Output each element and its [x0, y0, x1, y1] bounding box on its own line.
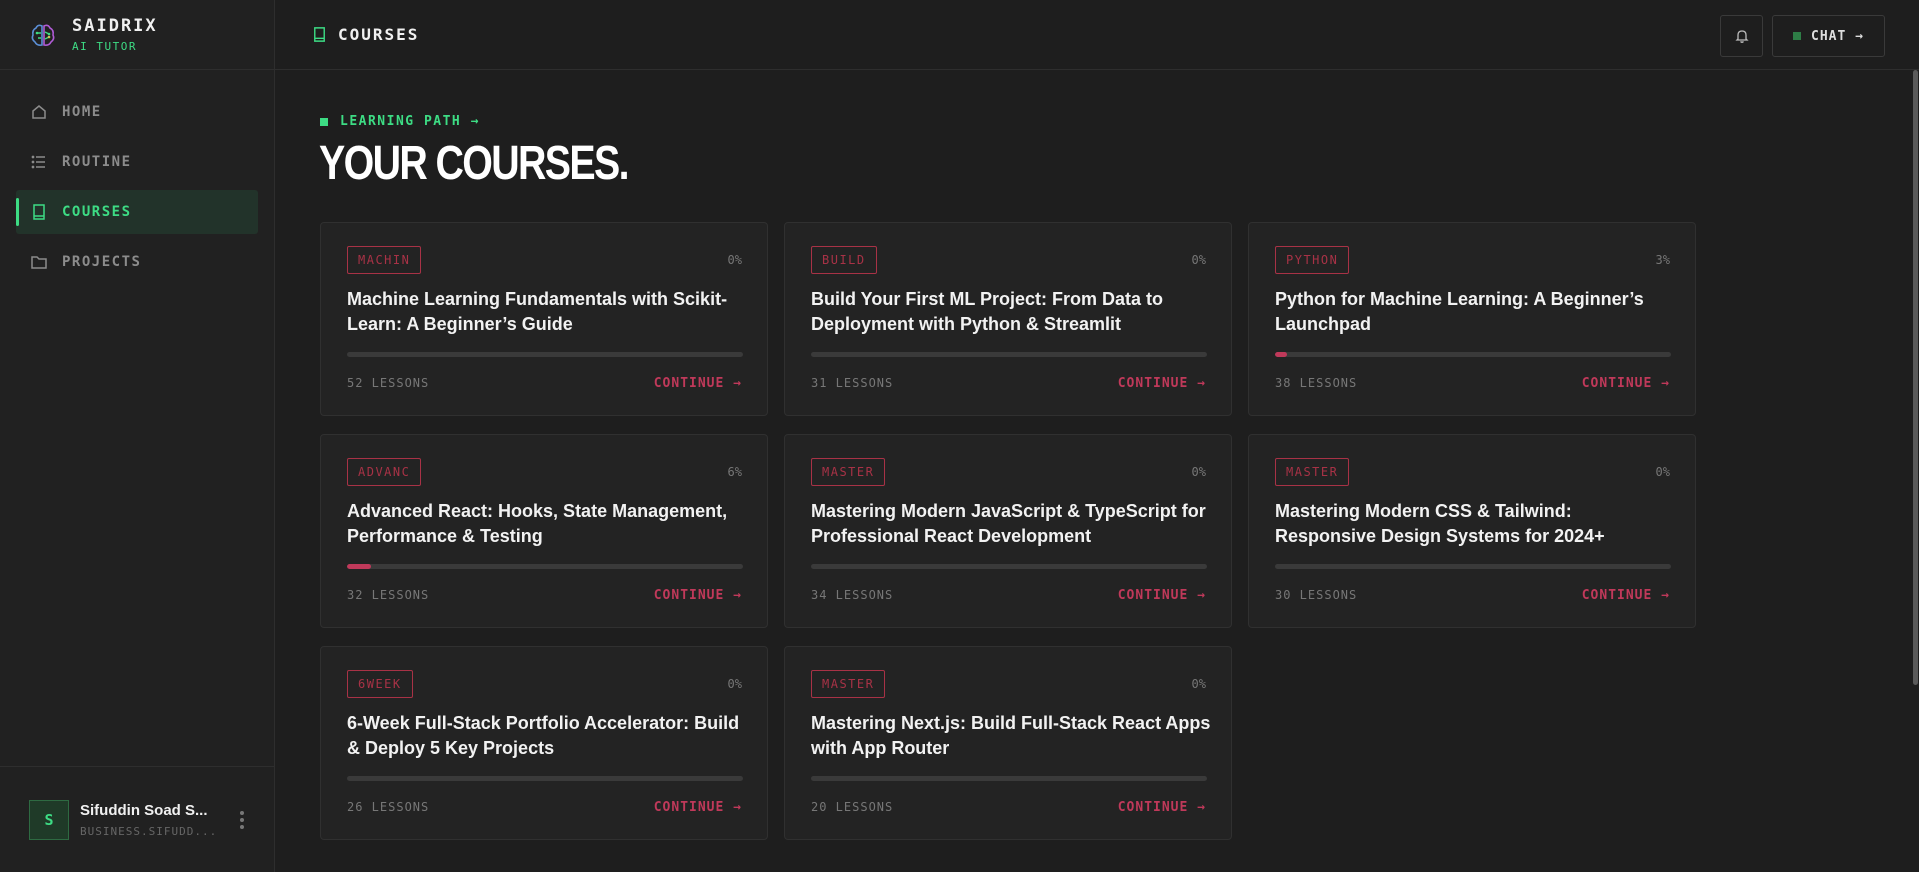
- course-tag: MASTER: [811, 458, 886, 486]
- brand-name: SAIDRIX: [72, 16, 158, 36]
- course-percent: 6%: [727, 465, 742, 479]
- chat-button-label: CHAT →: [1811, 28, 1864, 44]
- course-progress-bar: [347, 776, 743, 781]
- course-progress-bar: [1275, 564, 1671, 569]
- page-title: YOUR COURSES.: [319, 137, 630, 190]
- course-progress-bar: [347, 352, 743, 357]
- continue-button[interactable]: CONTINUE →: [1118, 376, 1206, 391]
- user-email: BUSINESS.SIFUDD...: [80, 824, 218, 838]
- user-name: Sifuddin Soad S...: [80, 801, 208, 819]
- course-card[interactable]: MACHIN 0% Machine Learning Fundamentals wi…: [320, 222, 768, 416]
- course-progress-bar: [347, 564, 743, 569]
- brand-subtitle: AI TUTOR: [72, 40, 137, 53]
- course-tag: BUILD: [811, 246, 877, 274]
- course-title: Machine Learning Fundamentals with Sciki…: [347, 289, 728, 334]
- course-title: Advanced React: Hooks, State Management,…: [347, 501, 728, 546]
- course-card[interactable]: MASTER 0% Mastering Modern JavaScript & Ty…: [784, 434, 1232, 628]
- course-title: Mastering Modern JavaScript & TypeScript…: [811, 501, 1206, 546]
- course-lessons: 38 LESSONS: [1275, 376, 1358, 390]
- course-progress-bar: [1275, 352, 1671, 357]
- folder-icon: [31, 256, 47, 269]
- course-lessons: 30 LESSONS: [1275, 588, 1358, 602]
- section-eyebrow: LEARNING PATH →: [320, 114, 480, 129]
- course-lessons: 26 LESSONS: [347, 800, 430, 814]
- notifications-button[interactable]: [1720, 15, 1763, 57]
- course-lessons: 52 LESSONS: [347, 376, 430, 390]
- sidebar: SAIDRIX AI TUTOR HOME ROUTINE COURSES PR…: [0, 0, 275, 872]
- course-tag: ADVANC: [347, 458, 422, 486]
- eyebrow-dot: [320, 117, 328, 126]
- continue-button[interactable]: CONTINUE →: [654, 588, 742, 603]
- course-percent: 3%: [1655, 253, 1670, 267]
- brain-logo-icon: [31, 24, 55, 46]
- sidebar-item-projects[interactable]: PROJECTS: [16, 240, 258, 284]
- scrollbar-thumb[interactable]: [1913, 70, 1918, 685]
- course-percent: 0%: [727, 677, 742, 691]
- course-tag: PYTHON: [1275, 246, 1350, 274]
- brand[interactable]: SAIDRIX AI TUTOR: [0, 0, 274, 70]
- course-progress-bar: [811, 564, 1207, 569]
- book-icon: [314, 27, 325, 42]
- course-lessons: 32 LESSONS: [347, 588, 430, 602]
- course-title: Mastering Next.js: Build Full-Stack Reac…: [811, 713, 1211, 758]
- course-percent: 0%: [1655, 465, 1670, 479]
- course-title: Mastering Modern CSS & Tailwind: Respons…: [1275, 501, 1605, 546]
- continue-button[interactable]: CONTINUE →: [654, 376, 742, 391]
- course-tag: MACHIN: [347, 246, 422, 274]
- more-vertical-icon[interactable]: [240, 810, 244, 829]
- chat-button[interactable]: CHAT →: [1772, 15, 1885, 57]
- page-header-title: COURSES: [338, 25, 420, 44]
- course-percent: 0%: [1191, 465, 1206, 479]
- continue-button[interactable]: CONTINUE →: [654, 800, 742, 815]
- course-lessons: 34 LESSONS: [811, 588, 894, 602]
- course-percent: 0%: [1191, 253, 1206, 267]
- course-progress-fill: [347, 564, 371, 569]
- course-progress-bar: [811, 776, 1207, 781]
- continue-button[interactable]: CONTINUE →: [1582, 376, 1670, 391]
- sidebar-item-label: ROUTINE: [62, 154, 132, 170]
- course-lessons: 31 LESSONS: [811, 376, 894, 390]
- course-title: Build Your First ML Project: From Data t…: [811, 289, 1164, 334]
- user-profile[interactable]: S Sifuddin Soad S... BUSINESS.SIFUDD...: [0, 766, 275, 872]
- course-card[interactable]: 6WEEK 0% 6-Week Full-Stack Portfolio Accel…: [320, 646, 768, 840]
- course-title: Python for Machine Learning: A Beginner’…: [1275, 289, 1644, 334]
- course-tag: MASTER: [811, 670, 886, 698]
- course-card[interactable]: PYTHON 3% Python for Machine Learning: A B…: [1248, 222, 1696, 416]
- course-card[interactable]: MASTER 0% Mastering Next.js: Build Full-St…: [784, 646, 1232, 840]
- course-title: 6-Week Full-Stack Portfolio Accelerator:…: [347, 713, 740, 758]
- sidebar-item-routine[interactable]: ROUTINE: [16, 140, 258, 184]
- continue-button[interactable]: CONTINUE →: [1118, 588, 1206, 603]
- sidebar-nav: HOME ROUTINE COURSES PROJECTS: [0, 70, 274, 284]
- course-progress-fill: [1275, 352, 1287, 357]
- home-icon: [32, 105, 46, 119]
- sidebar-item-label: PROJECTS: [62, 254, 142, 270]
- status-dot: [1793, 32, 1802, 40]
- course-card[interactable]: BUILD 0% Build Your First ML Project: From…: [784, 222, 1232, 416]
- avatar: S: [29, 799, 69, 840]
- continue-button[interactable]: CONTINUE →: [1582, 588, 1670, 603]
- course-tag: 6WEEK: [347, 670, 413, 698]
- course-percent: 0%: [1191, 677, 1206, 691]
- course-card[interactable]: MASTER 0% Mastering Modern CSS & Tailwind:…: [1248, 434, 1696, 628]
- sidebar-item-home[interactable]: HOME: [16, 90, 258, 134]
- course-tag: MASTER: [1275, 458, 1350, 486]
- eyebrow-label: LEARNING PATH →: [340, 114, 480, 129]
- topbar: COURSES CHAT →: [275, 0, 1919, 70]
- book-icon: [33, 204, 45, 220]
- course-percent: 0%: [727, 253, 742, 267]
- sidebar-item-label: HOME: [62, 104, 102, 120]
- course-card[interactable]: ADVANC 6% Advanced React: Hooks, State Man…: [320, 434, 768, 628]
- page-header: COURSES: [311, 25, 419, 44]
- continue-button[interactable]: CONTINUE →: [1118, 800, 1206, 815]
- course-progress-bar: [811, 352, 1207, 357]
- main-content: LEARNING PATH → YOUR COURSES. MACHIN 0% Ma…: [275, 70, 1911, 872]
- course-lessons: 20 LESSONS: [811, 800, 894, 814]
- list-icon: [31, 155, 45, 169]
- bell-icon: [1734, 30, 1749, 43]
- sidebar-item-courses[interactable]: COURSES: [16, 190, 258, 234]
- sidebar-item-label: COURSES: [62, 204, 132, 220]
